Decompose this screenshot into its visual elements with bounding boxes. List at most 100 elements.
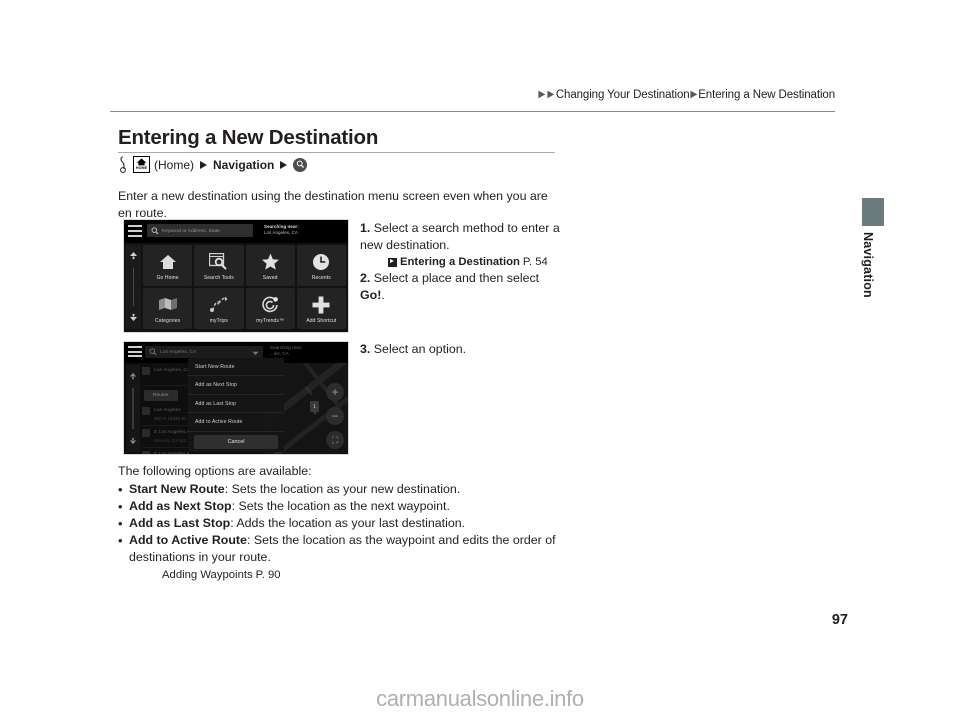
step-number: 2. [360,271,371,285]
breadcrumb-arrow-icon: ▶ [538,89,546,100]
menu-item-start-new-route[interactable]: Start New Route [188,358,284,377]
screenshot-destination-menu: Keyword or Address, State Searching near… [123,219,349,333]
menu-icon[interactable] [128,346,142,357]
home-label: HOME [135,166,148,170]
clock-icon [312,251,330,273]
tile-label: Saved [262,274,278,281]
route-option-menu: Start New Route Add as Next Stop Add as … [188,358,284,452]
tile-label: Categories [155,317,181,324]
page-number: 97 [831,612,848,628]
scroll-up-icon[interactable] [129,367,137,385]
home-button-icon: HOME [133,156,150,173]
zoom-in-button[interactable]: + [326,383,344,401]
reference-page: P. 54 [522,256,548,268]
screen1-topbar: Keyword or Address, State Searching near… [124,220,348,243]
tile-saved[interactable]: Saved [245,245,295,286]
options-lead: The following options are available: [118,464,312,478]
menu-item-add-to-active-route[interactable]: Add to Active Route [188,413,284,432]
step-list-1: 1. Select a search method to enter a new… [360,220,565,303]
tile-mytrips[interactable]: myTrips [194,288,244,329]
scroll-down-icon[interactable] [129,309,138,327]
scroll-track[interactable] [132,388,134,429]
option-start-new-route: Start New Route: Sets the location as yo… [118,481,568,498]
step-3: 3. Select an option. [360,341,565,358]
watermark: carmanualsonline.info [376,686,584,711]
option-desc: : Adds the location as your last destina… [230,516,466,530]
searching-near-value: Los Angeles, CA [264,230,298,236]
tile-label: Go Home [156,274,179,281]
search-tools-icon [209,251,228,273]
search-input[interactable]: Keyword or Address, State [147,224,253,237]
tile-add-shortcut[interactable]: Add Shortcut [296,288,346,329]
breadcrumb: ▶ ▶Changing Your Destination▶Entering a N… [110,89,835,101]
tile-mytrends[interactable]: myTrends™ [245,288,295,329]
cross-reference-entering-a-destination[interactable]: Entering a Destination P. 54 [360,254,565,270]
home-roof-icon [136,158,147,166]
searching-near-label: Searching near: [264,224,299,229]
breadcrumb-item-1[interactable]: Changing Your Destination [556,89,690,101]
tile-label: Recents [311,274,331,281]
step-text-bold: Go! [360,287,382,302]
mytrips-icon [209,294,229,316]
scroll-up-icon[interactable] [129,247,138,265]
list-item-marker [142,429,150,437]
options-list: Start New Route: Sets the location as yo… [118,481,568,583]
tile-search-tools[interactable]: Search Tools [194,245,244,286]
cancel-button[interactable]: Cancel [194,434,278,449]
menu-item-add-as-next-stop[interactable]: Add as Next Stop [188,376,284,395]
menu-item-add-as-last-stop[interactable]: Add as Last Stop [188,395,284,414]
tile-categories[interactable]: Categories [143,288,193,329]
search-icon [149,343,157,361]
search-placeholder: Keyword or Address, State [162,228,220,233]
hook-icon [118,156,128,173]
sidebar-section-label: Navigation [861,232,875,298]
step-text-after: . [381,287,385,302]
step-text-before: Select a place and then select [373,271,540,285]
nav-path: HOME (Home) Navigation [118,156,308,173]
searching-near-label: Searching near: [270,345,303,350]
routes-button[interactable]: Routes [144,389,178,401]
map-pin[interactable]: 1 [310,401,319,415]
search-input[interactable]: Los Angeles, CA [145,346,263,358]
screenshot-route-options: Los Angeles, CA Searching near: ...les, … [123,341,349,455]
option-name: Add as Last Stop [129,516,231,530]
scroll-down-icon[interactable] [129,432,137,450]
reference-page: P. 90 [255,569,281,581]
zoom-out-button[interactable]: − [326,407,344,425]
search-icon [293,157,308,172]
tile-label: Search Tools [203,274,234,281]
plus-icon [312,294,330,316]
title-divider [118,152,555,153]
mytrends-icon [261,294,280,316]
path-arrow-icon [280,160,288,169]
reference-arrow-icon [388,257,397,267]
nav-path-navigation: Navigation [213,157,275,172]
breadcrumb-arrow-icon: ▶ [689,89,697,100]
option-name: Add to Active Route [129,533,247,547]
searching-near: Searching near: ...les, CA [270,345,302,357]
fullscreen-button[interactable]: ⛶ [326,431,344,449]
tile-recents[interactable]: Recents [296,245,346,286]
option-add-as-last-stop: Add as Last Stop: Adds the location as y… [118,515,568,532]
step-2: 2. Select a place and then select Go!. [360,270,565,303]
step-1: 1. Select a search method to enter a new… [360,220,565,253]
breadcrumb-item-2[interactable]: Entering a New Destination [698,89,835,101]
scrollbar[interactable] [126,365,140,452]
option-name: Add as Next Stop [129,499,232,513]
list-item-marker [142,407,150,415]
option-name: Start New Route [129,482,225,496]
header-divider [110,111,835,112]
list-item-marker [142,367,150,375]
home-icon [159,251,177,273]
scroll-track[interactable] [132,268,135,306]
cross-reference-adding-waypoints[interactable]: Adding Waypoints P. 90 [129,567,568,583]
zoom-in-label: + [331,385,339,399]
reference-title: Adding Waypoints [162,569,253,581]
scrollbar[interactable] [126,245,141,329]
home-text: (Home) [154,157,195,172]
intro-paragraph: Enter a new destination using the destin… [118,189,548,220]
tile-go-home[interactable]: Go Home [143,245,193,286]
destination-tile-grid: Go Home Search Tools Saved Recents Categ… [143,245,346,329]
menu-icon[interactable] [128,225,142,237]
options-section: The following options are available: Sta… [118,463,568,583]
